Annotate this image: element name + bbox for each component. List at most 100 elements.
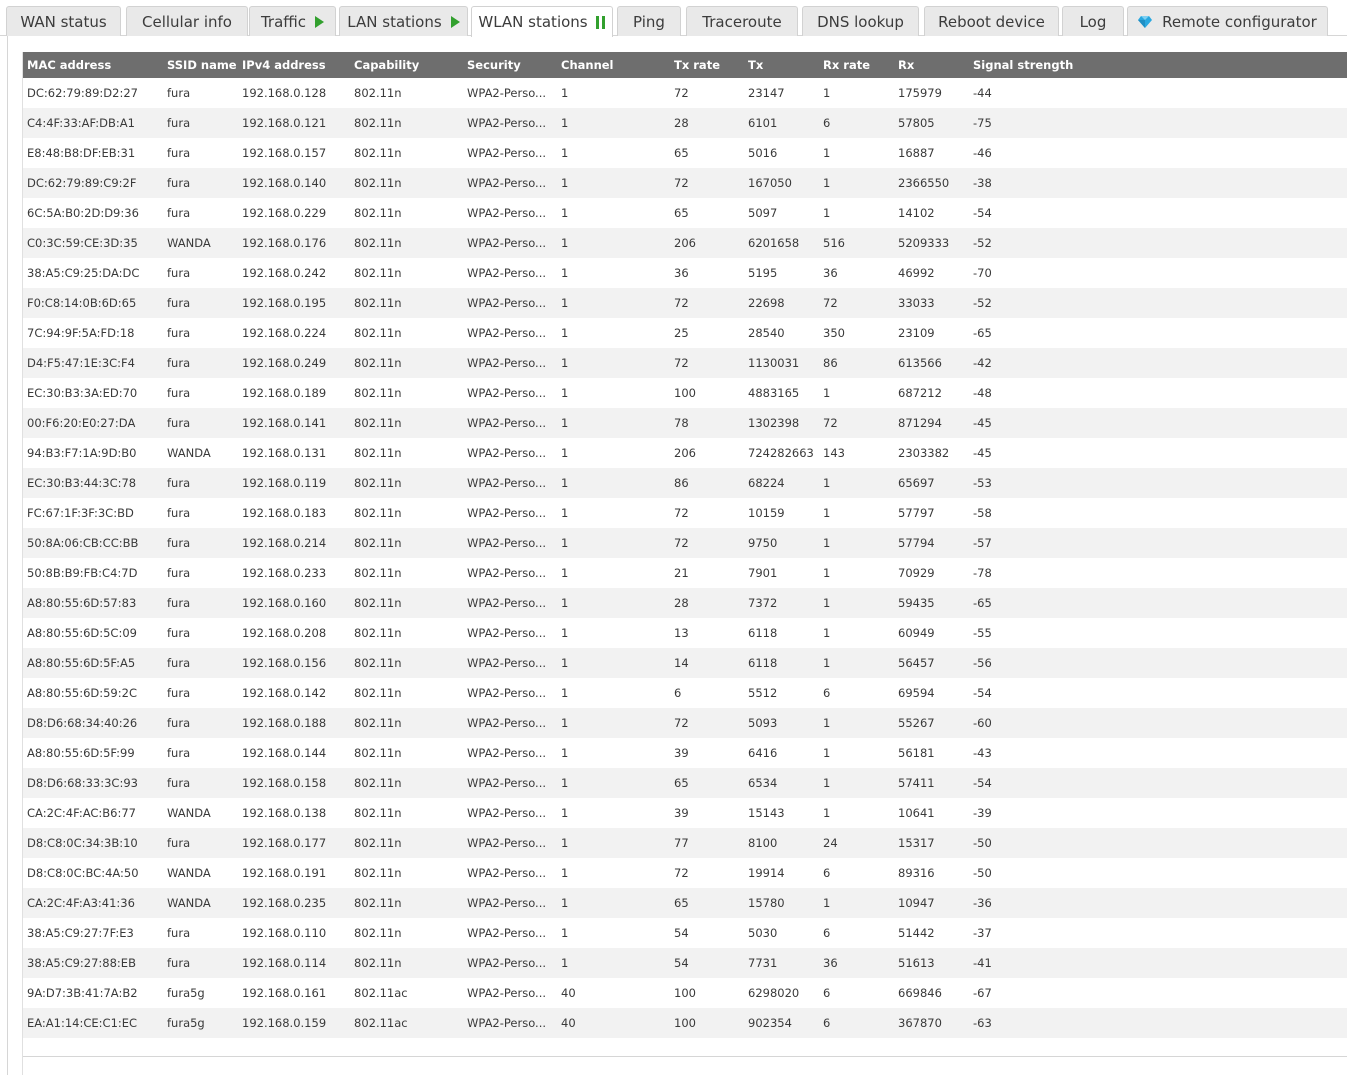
table-header: MAC address SSID name IPv4 address Capabili… <box>23 52 1347 78</box>
table-cell: 5512 <box>748 686 778 700</box>
tab-wlan-stations[interactable]: WLAN stations <box>471 6 613 37</box>
table-cell: 10947 <box>898 896 935 910</box>
tab-dns-lookup[interactable]: DNS lookup <box>802 6 919 36</box>
column-header[interactable]: Tx <box>748 52 820 78</box>
table-row[interactable]: D8:D6:68:34:40:26 fura 192.168.0.188 802.11… <box>23 708 1347 738</box>
table-cell: WPA2-Perso... <box>467 686 547 700</box>
table-row[interactable]: A8:80:55:6D:57:83 fura 192.168.0.160 802.11… <box>23 588 1347 618</box>
table-row[interactable]: 9A:D7:3B:41:7A:B2 fura5g 192.168.0.161 802.… <box>23 978 1347 1008</box>
tab-reboot-device[interactable]: Reboot device <box>924 6 1059 36</box>
column-header[interactable]: Channel <box>561 52 671 78</box>
table-row[interactable]: C0:3C:59:CE:3D:35 WANDA 192.168.0.176 802.1… <box>23 228 1347 258</box>
table-row[interactable]: FC:67:1F:3F:3C:BD fura 192.168.0.183 802.11… <box>23 498 1347 528</box>
table-cell: CA:2C:4F:AC:B6:77 <box>27 806 136 820</box>
table-row[interactable]: EC:30:B3:44:3C:78 fura 192.168.0.119 802.11… <box>23 468 1347 498</box>
table-cell: -52 <box>973 236 992 250</box>
tab-remote-configurator[interactable]: Remote configurator <box>1127 6 1328 36</box>
table-cell: WPA2-Perso... <box>467 236 547 250</box>
table-cell: 1 <box>823 536 831 550</box>
table-row[interactable]: 94:B3:F7:1A:9D:B0 WANDA 192.168.0.131 802.1… <box>23 438 1347 468</box>
table-cell: 1 <box>823 746 831 760</box>
table-cell: 192.168.0.242 <box>242 266 327 280</box>
table-row[interactable]: 00:F6:20:E0:27:DA fura 192.168.0.141 802.11… <box>23 408 1347 438</box>
table-cell: 1 <box>561 86 569 100</box>
table-row[interactable]: 50:8B:B9:FB:C4:7D fura 192.168.0.233 802.11… <box>23 558 1347 588</box>
table-row[interactable]: CA:2C:4F:A3:41:36 WANDA 192.168.0.235 802.1… <box>23 888 1347 918</box>
table-row[interactable]: C4:4F:33:AF:DB:A1 fura 192.168.0.121 802.11… <box>23 108 1347 138</box>
table-row[interactable]: A8:80:55:6D:5F:99 fura 192.168.0.144 802.11… <box>23 738 1347 768</box>
column-header[interactable]: Rx <box>898 52 970 78</box>
table-cell: 33033 <box>898 296 935 310</box>
column-header[interactable]: Capability <box>354 52 464 78</box>
table-cell: 46992 <box>898 266 935 280</box>
tab-traceroute[interactable]: Traceroute <box>686 6 798 36</box>
table-cell: 192.168.0.144 <box>242 746 327 760</box>
table-cell: 25 <box>674 326 689 340</box>
table-row[interactable]: CA:2C:4F:AC:B6:77 WANDA 192.168.0.138 802.1… <box>23 798 1347 828</box>
table-cell: WPA2-Perso... <box>467 326 547 340</box>
table-row[interactable]: E8:48:B8:DF:EB:31 fura 192.168.0.157 802.11… <box>23 138 1347 168</box>
tab-traffic[interactable]: Traffic <box>249 6 336 36</box>
table-row[interactable]: 38:A5:C9:27:7F:E3 fura 192.168.0.110 802.11… <box>23 918 1347 948</box>
table-cell: 2366550 <box>898 176 950 190</box>
table-row[interactable]: D8:C8:0C:34:3B:10 fura 192.168.0.177 802.11… <box>23 828 1347 858</box>
table-cell: fura <box>167 596 191 610</box>
table-row[interactable]: A8:80:55:6D:5F:A5 fura 192.168.0.156 802.11… <box>23 648 1347 678</box>
table-cell: 59435 <box>898 596 935 610</box>
column-header[interactable]: SSID name <box>167 52 239 78</box>
table-row[interactable]: A8:80:55:6D:59:2C fura 192.168.0.142 802.11… <box>23 678 1347 708</box>
table-cell: WPA2-Perso... <box>467 596 547 610</box>
table-row[interactable]: 6C:5A:B0:2D:D9:36 fura 192.168.0.229 802.11… <box>23 198 1347 228</box>
table-row[interactable]: EC:30:B3:3A:ED:70 fura 192.168.0.189 802.11… <box>23 378 1347 408</box>
table-cell: 1 <box>561 956 569 970</box>
table-cell: fura <box>167 176 191 190</box>
table-cell: 1 <box>561 176 569 190</box>
table-cell: 802.11n <box>354 476 402 490</box>
table-row[interactable]: 7C:94:9F:5A:FD:18 fura 192.168.0.224 802.11… <box>23 318 1347 348</box>
column-header[interactable]: Security <box>467 52 549 78</box>
column-header[interactable]: MAC address <box>27 52 165 78</box>
table-cell: 6298020 <box>748 986 800 1000</box>
column-header[interactable]: Tx rate <box>674 52 746 78</box>
table-row[interactable]: A8:80:55:6D:5C:09 fura 192.168.0.208 802.11… <box>23 618 1347 648</box>
table-cell: WPA2-Perso... <box>467 656 547 670</box>
table-cell: 367870 <box>898 1016 942 1030</box>
tab-wan-status[interactable]: WAN status <box>6 6 121 36</box>
table-row[interactable]: F0:C8:14:0B:6D:65 fura 192.168.0.195 802.11… <box>23 288 1347 318</box>
table-cell: -67 <box>973 986 992 1000</box>
tab-log[interactable]: Log <box>1062 6 1124 36</box>
table-cell: fura <box>167 656 191 670</box>
table-row[interactable]: 50:8A:06:CB:CC:BB fura 192.168.0.214 802.11… <box>23 528 1347 558</box>
table-cell: 192.168.0.161 <box>242 986 327 1000</box>
table-cell: 70929 <box>898 566 935 580</box>
column-header[interactable]: Signal strength <box>973 52 1103 78</box>
table-cell: 6 <box>823 986 831 1000</box>
table-row[interactable]: DC:62:79:89:D2:27 fura 192.168.0.128 802.11… <box>23 78 1347 108</box>
tab-lan-stations[interactable]: LAN stations <box>339 6 468 36</box>
tab-ping[interactable]: Ping <box>617 6 681 36</box>
table-row[interactable]: 38:A5:C9:25:DA:DC fura 192.168.0.242 802.11… <box>23 258 1347 288</box>
table-row[interactable]: DC:62:79:89:C9:2F fura 192.168.0.140 802.11… <box>23 168 1347 198</box>
column-header[interactable]: Rx rate <box>823 52 895 78</box>
table-cell: D8:D6:68:33:3C:93 <box>27 776 138 790</box>
table-cell: fura <box>167 956 191 970</box>
table-row[interactable]: D4:F5:47:1E:3C:F4 fura 192.168.0.249 802.11… <box>23 348 1347 378</box>
table-row[interactable]: D8:D6:68:33:3C:93 fura 192.168.0.158 802.11… <box>23 768 1347 798</box>
table-cell: 802.11n <box>354 866 402 880</box>
table-row[interactable]: D8:C8:0C:BC:4A:50 WANDA 192.168.0.191 802.1… <box>23 858 1347 888</box>
table-cell: 516 <box>823 236 845 250</box>
table-cell: WPA2-Perso... <box>467 116 547 130</box>
table-cell: 1 <box>823 896 831 910</box>
table-cell: 1 <box>561 206 569 220</box>
tab-cellular-info[interactable]: Cellular info <box>126 6 248 36</box>
table-cell: 1130031 <box>748 356 800 370</box>
table-cell: C0:3C:59:CE:3D:35 <box>27 236 138 250</box>
table-cell: WPA2-Perso... <box>467 296 547 310</box>
table-cell: 192.168.0.177 <box>242 836 327 850</box>
column-header[interactable]: IPv4 address <box>242 52 352 78</box>
table-cell: 5097 <box>748 206 778 220</box>
table-cell: 802.11n <box>354 266 402 280</box>
table-row[interactable]: EA:A1:14:CE:C1:EC fura5g 192.168.0.159 802.… <box>23 1008 1347 1038</box>
table-cell: 39 <box>674 806 689 820</box>
table-row[interactable]: 38:A5:C9:27:88:EB fura 192.168.0.114 802.11… <box>23 948 1347 978</box>
